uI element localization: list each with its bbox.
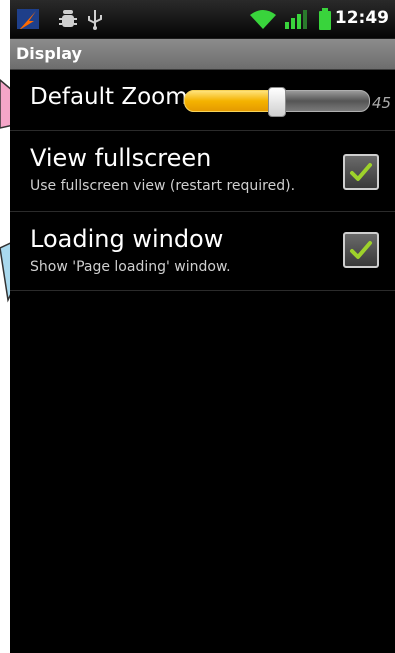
view-fullscreen-summary: Use fullscreen view (restart required). <box>30 178 296 194</box>
checkmark-icon <box>350 241 372 259</box>
default-zoom-slider[interactable] <box>184 87 370 117</box>
loading-window-summary: Show 'Page loading' window. <box>30 259 231 275</box>
usb-icon <box>86 7 104 35</box>
status-time: 12:49 <box>334 8 389 28</box>
loading-window-row[interactable]: Loading window Show 'Page loading' windo… <box>10 212 395 291</box>
title-bar: Display <box>10 39 395 70</box>
default-zoom-row: Default Zoom 45 <box>10 70 395 131</box>
slider-fill <box>184 90 277 112</box>
app-notification-icon <box>16 7 40 35</box>
slider-thumb[interactable] <box>268 87 286 117</box>
battery-icon <box>318 7 332 35</box>
view-fullscreen-checkbox[interactable] <box>343 154 379 190</box>
debug-icon <box>58 7 78 35</box>
checkmark-icon <box>350 163 372 181</box>
view-fullscreen-title: View fullscreen <box>30 144 212 172</box>
view-fullscreen-row[interactable]: View fullscreen Use fullscreen view (res… <box>10 131 395 212</box>
signal-icon <box>284 7 308 35</box>
loading-window-title: Loading window <box>30 225 224 253</box>
default-zoom-label: Default Zoom <box>30 84 188 110</box>
phone-screen: 12:49 Display Default Zoom 45 View fulls… <box>10 0 395 653</box>
page-title: Display <box>16 44 82 63</box>
default-zoom-value: 45 <box>372 94 392 112</box>
wifi-icon <box>248 7 278 35</box>
status-bar: 12:49 <box>10 0 395 39</box>
loading-window-checkbox[interactable] <box>343 232 379 268</box>
